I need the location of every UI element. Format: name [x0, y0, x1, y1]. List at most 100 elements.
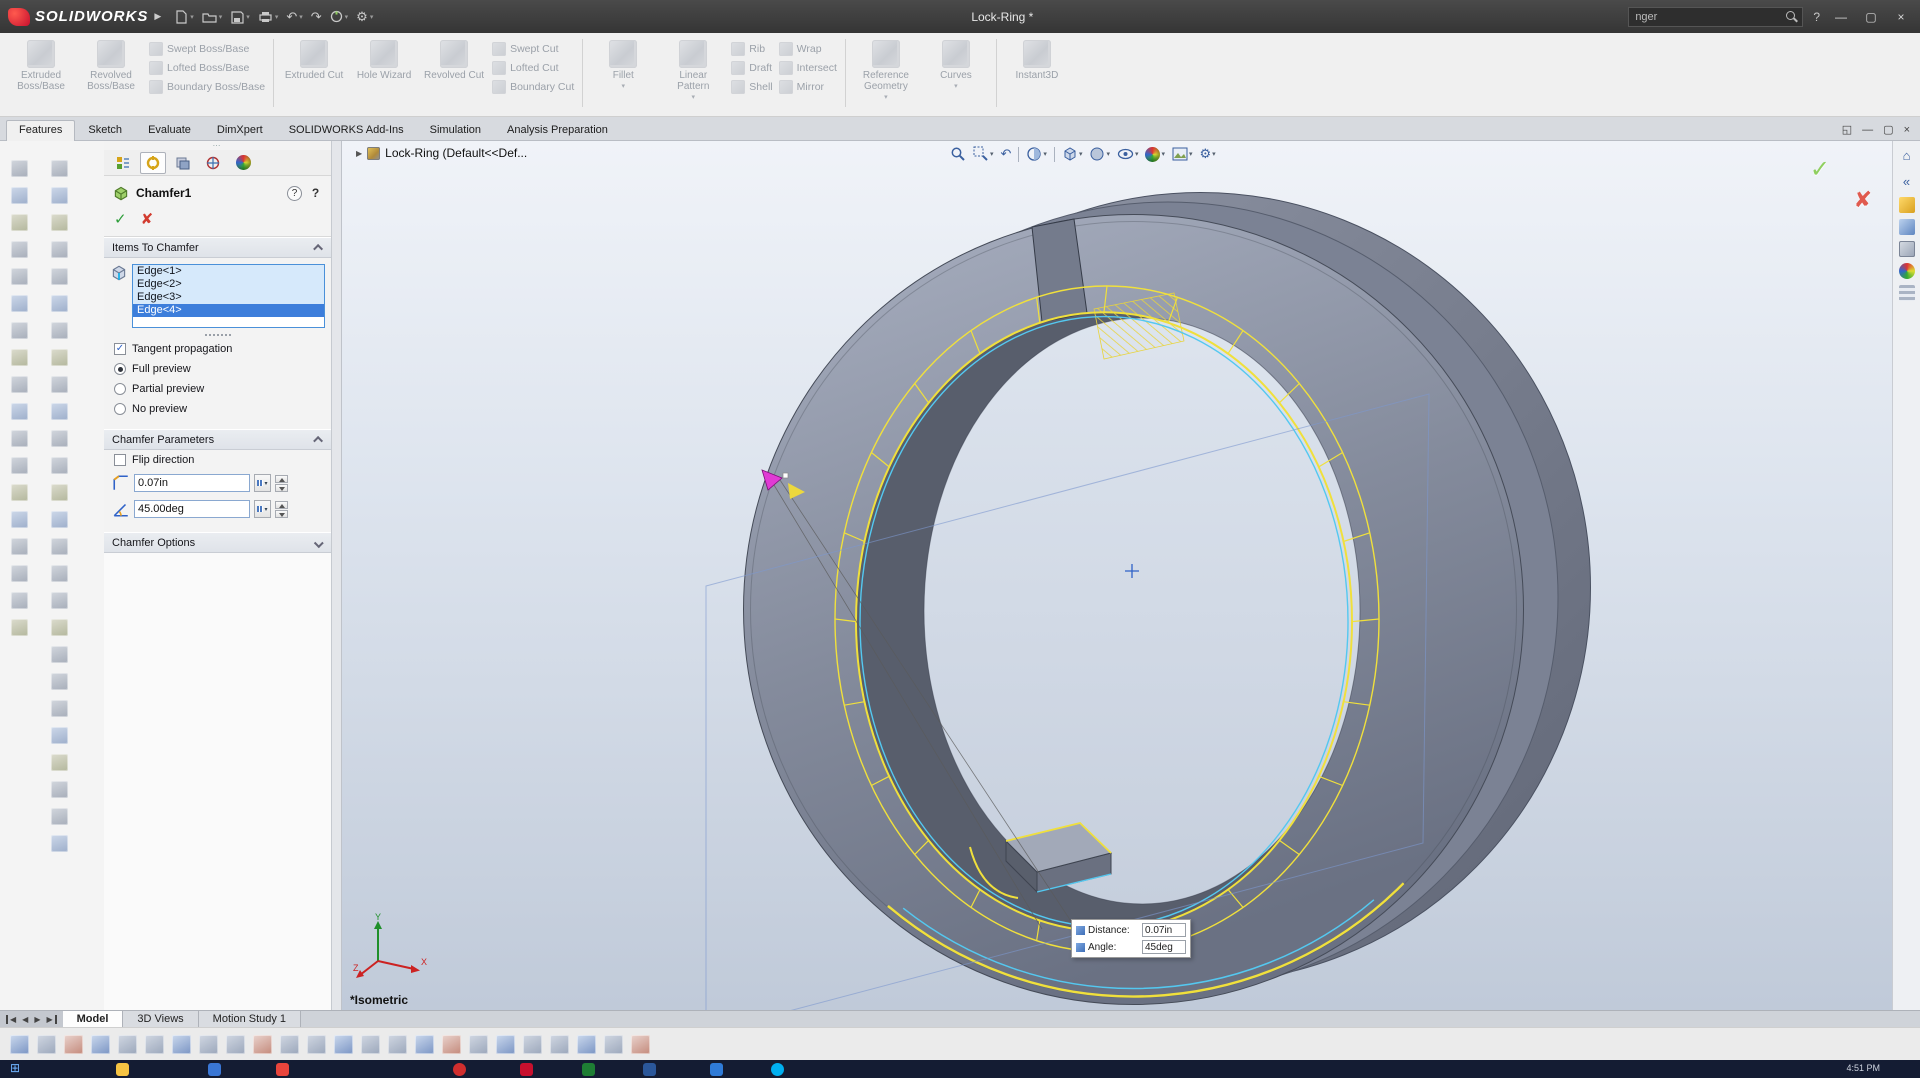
taskbar-app-icon[interactable] — [520, 1063, 533, 1076]
expand-tree-icon[interactable]: ▶ — [356, 149, 362, 158]
toolbar-icon[interactable] — [253, 1034, 272, 1054]
toolbar-icon[interactable] — [226, 1034, 245, 1054]
confirm-ok-button[interactable]: ✓ — [1810, 155, 1830, 184]
distance-input[interactable] — [134, 474, 250, 492]
toolbar-icon[interactable] — [50, 295, 68, 312]
toolbar-icon[interactable] — [37, 1034, 56, 1054]
taskbar-app-icon[interactable] — [208, 1063, 221, 1076]
panel-grip[interactable]: ⋯ — [104, 141, 331, 150]
tab-solidworks-add-ins[interactable]: SOLIDWORKS Add-Ins — [276, 120, 417, 140]
draft-button[interactable]: Draft — [728, 60, 775, 76]
menu-flyout-icon[interactable]: ▶ — [154, 11, 161, 22]
items-to-chamfer-header[interactable]: Items To Chamfer — [104, 237, 331, 258]
zoom-fit-button[interactable] — [950, 146, 966, 162]
toolbar-icon[interactable] — [361, 1034, 380, 1054]
taskbar-app-icon[interactable] — [710, 1063, 723, 1076]
distance-unit-button[interactable]: ▾ — [254, 474, 271, 492]
cancel-button[interactable]: ✘ — [141, 210, 154, 228]
toolbar-icon[interactable] — [10, 403, 28, 420]
toolbar-icon[interactable] — [50, 430, 68, 447]
toolbar-icon[interactable] — [469, 1034, 488, 1054]
restore-button[interactable]: ▢ — [1860, 7, 1882, 27]
tab-sketch[interactable]: Sketch — [75, 120, 135, 140]
toolbar-icon[interactable] — [50, 268, 68, 285]
radio-icon[interactable] — [114, 383, 126, 395]
chevron-down-icon[interactable]: ▾ — [884, 93, 888, 101]
tab-simulation[interactable]: Simulation — [417, 120, 494, 140]
spin-up-button[interactable] — [275, 500, 288, 509]
toolbar-icon[interactable] — [91, 1034, 110, 1054]
extruded-cut-button[interactable]: Extruded Cut — [279, 37, 349, 84]
spin-down-button[interactable] — [275, 509, 288, 518]
toolbar-icon[interactable] — [50, 700, 68, 717]
chevron-down-icon[interactable]: ▾ — [246, 13, 250, 21]
toolbar-icon[interactable] — [50, 511, 68, 528]
chamfer-parameters-header[interactable]: Chamfer Parameters — [104, 429, 331, 450]
chevron-down-icon[interactable]: ▾ — [990, 150, 994, 158]
chevron-down-icon[interactable]: ▾ — [1106, 150, 1110, 158]
taskbar-clock[interactable]: 4:51 PM — [1846, 1063, 1880, 1073]
toolbar-icon[interactable] — [118, 1034, 137, 1054]
toolbar-icon[interactable] — [10, 295, 28, 312]
tab-dimxpert[interactable]: DimXpert — [204, 120, 276, 140]
revolved-boss-base-button[interactable]: Revolved Boss/Base — [76, 37, 146, 95]
wrap-button[interactable]: Wrap — [776, 41, 840, 57]
tab-evaluate[interactable]: Evaluate — [135, 120, 204, 140]
toolbar-icon[interactable] — [50, 241, 68, 258]
taskbar-app-icon[interactable] — [643, 1063, 656, 1076]
flip-direction-row[interactable]: Flip direction — [104, 450, 331, 470]
toolbar-icon[interactable] — [50, 592, 68, 609]
toolbar-icon[interactable] — [10, 565, 28, 582]
toolbar-icon[interactable] — [10, 376, 28, 393]
curves-button[interactable]: Curves ▾ — [921, 37, 991, 93]
doc-minimize-icon[interactable]: — — [1862, 123, 1873, 137]
tab-analysis-preparation[interactable]: Analysis Preparation — [494, 120, 621, 140]
checkbox-checked-icon[interactable]: ✓ — [114, 343, 126, 355]
list-resize-handle[interactable] — [104, 330, 331, 339]
full-preview-radio[interactable]: Full preview — [104, 359, 331, 379]
chevron-down-icon[interactable]: ▾ — [299, 13, 303, 21]
help-icon[interactable]: ? — [287, 185, 302, 201]
no-preview-radio[interactable]: No preview — [104, 399, 331, 419]
zoom-area-button[interactable]: ▾ — [973, 146, 994, 162]
doc-dock-icon[interactable]: ◱ — [1842, 123, 1852, 137]
toolbar-icon[interactable] — [50, 349, 68, 366]
apply-scene-button[interactable]: ▾ — [1172, 147, 1193, 161]
toolbar-icon[interactable] — [10, 430, 28, 447]
toolbar-icon[interactable] — [50, 403, 68, 420]
taskbar-app-icon[interactable] — [582, 1063, 595, 1076]
last-tab-button[interactable]: ▶ — [44, 1014, 57, 1024]
toolbar-icon[interactable] — [10, 538, 28, 555]
toolbar-icon[interactable] — [10, 349, 28, 366]
toolbar-icon[interactable] — [604, 1034, 623, 1054]
redo-button[interactable]: ↷ — [308, 8, 325, 25]
prev-tab-button[interactable]: ◀ — [20, 1015, 30, 1024]
taskbar-app-icon[interactable] — [771, 1063, 784, 1076]
toolbar-icon[interactable] — [307, 1034, 326, 1054]
help-icon[interactable]: ? — [1811, 10, 1822, 24]
lofted-cut-button[interactable]: Lofted Cut — [489, 60, 577, 76]
boundary-boss-base-button[interactable]: Boundary Boss/Base — [146, 79, 268, 95]
pin-help-icon[interactable]: ? — [308, 186, 323, 201]
lofted-boss-base-button[interactable]: Lofted Boss/Base — [146, 60, 268, 76]
linear-pattern-button[interactable]: Linear Pattern ▾ — [658, 37, 728, 104]
toolbar-icon[interactable] — [550, 1034, 569, 1054]
toolbar-icon[interactable] — [10, 214, 28, 231]
toolbar-icon[interactable] — [10, 592, 28, 609]
chevron-down-icon[interactable]: ▾ — [219, 13, 223, 21]
boundary-cut-button[interactable]: Boundary Cut — [489, 79, 577, 95]
extruded-boss-base-button[interactable]: Extruded Boss/Base — [6, 37, 76, 95]
motion-study-tab[interactable]: Motion Study 1 — [198, 1011, 302, 1027]
shell-button[interactable]: Shell — [728, 79, 775, 95]
angle-value[interactable]: 45deg — [1142, 940, 1186, 954]
rib-button[interactable]: Rib — [728, 41, 775, 57]
toolbar-icon[interactable] — [50, 214, 68, 231]
dimxpert-manager-tab[interactable] — [200, 152, 226, 174]
panel-splitter[interactable] — [332, 141, 342, 1010]
distance-value[interactable]: 0.07in — [1142, 923, 1186, 937]
chevron-down-icon[interactable]: ▾ — [1135, 150, 1139, 158]
partial-preview-radio[interactable]: Partial preview — [104, 379, 331, 399]
toolbar-icon[interactable] — [10, 484, 28, 501]
chevron-down-icon[interactable]: ▾ — [1161, 150, 1165, 158]
toolbar-icon[interactable] — [50, 619, 68, 636]
